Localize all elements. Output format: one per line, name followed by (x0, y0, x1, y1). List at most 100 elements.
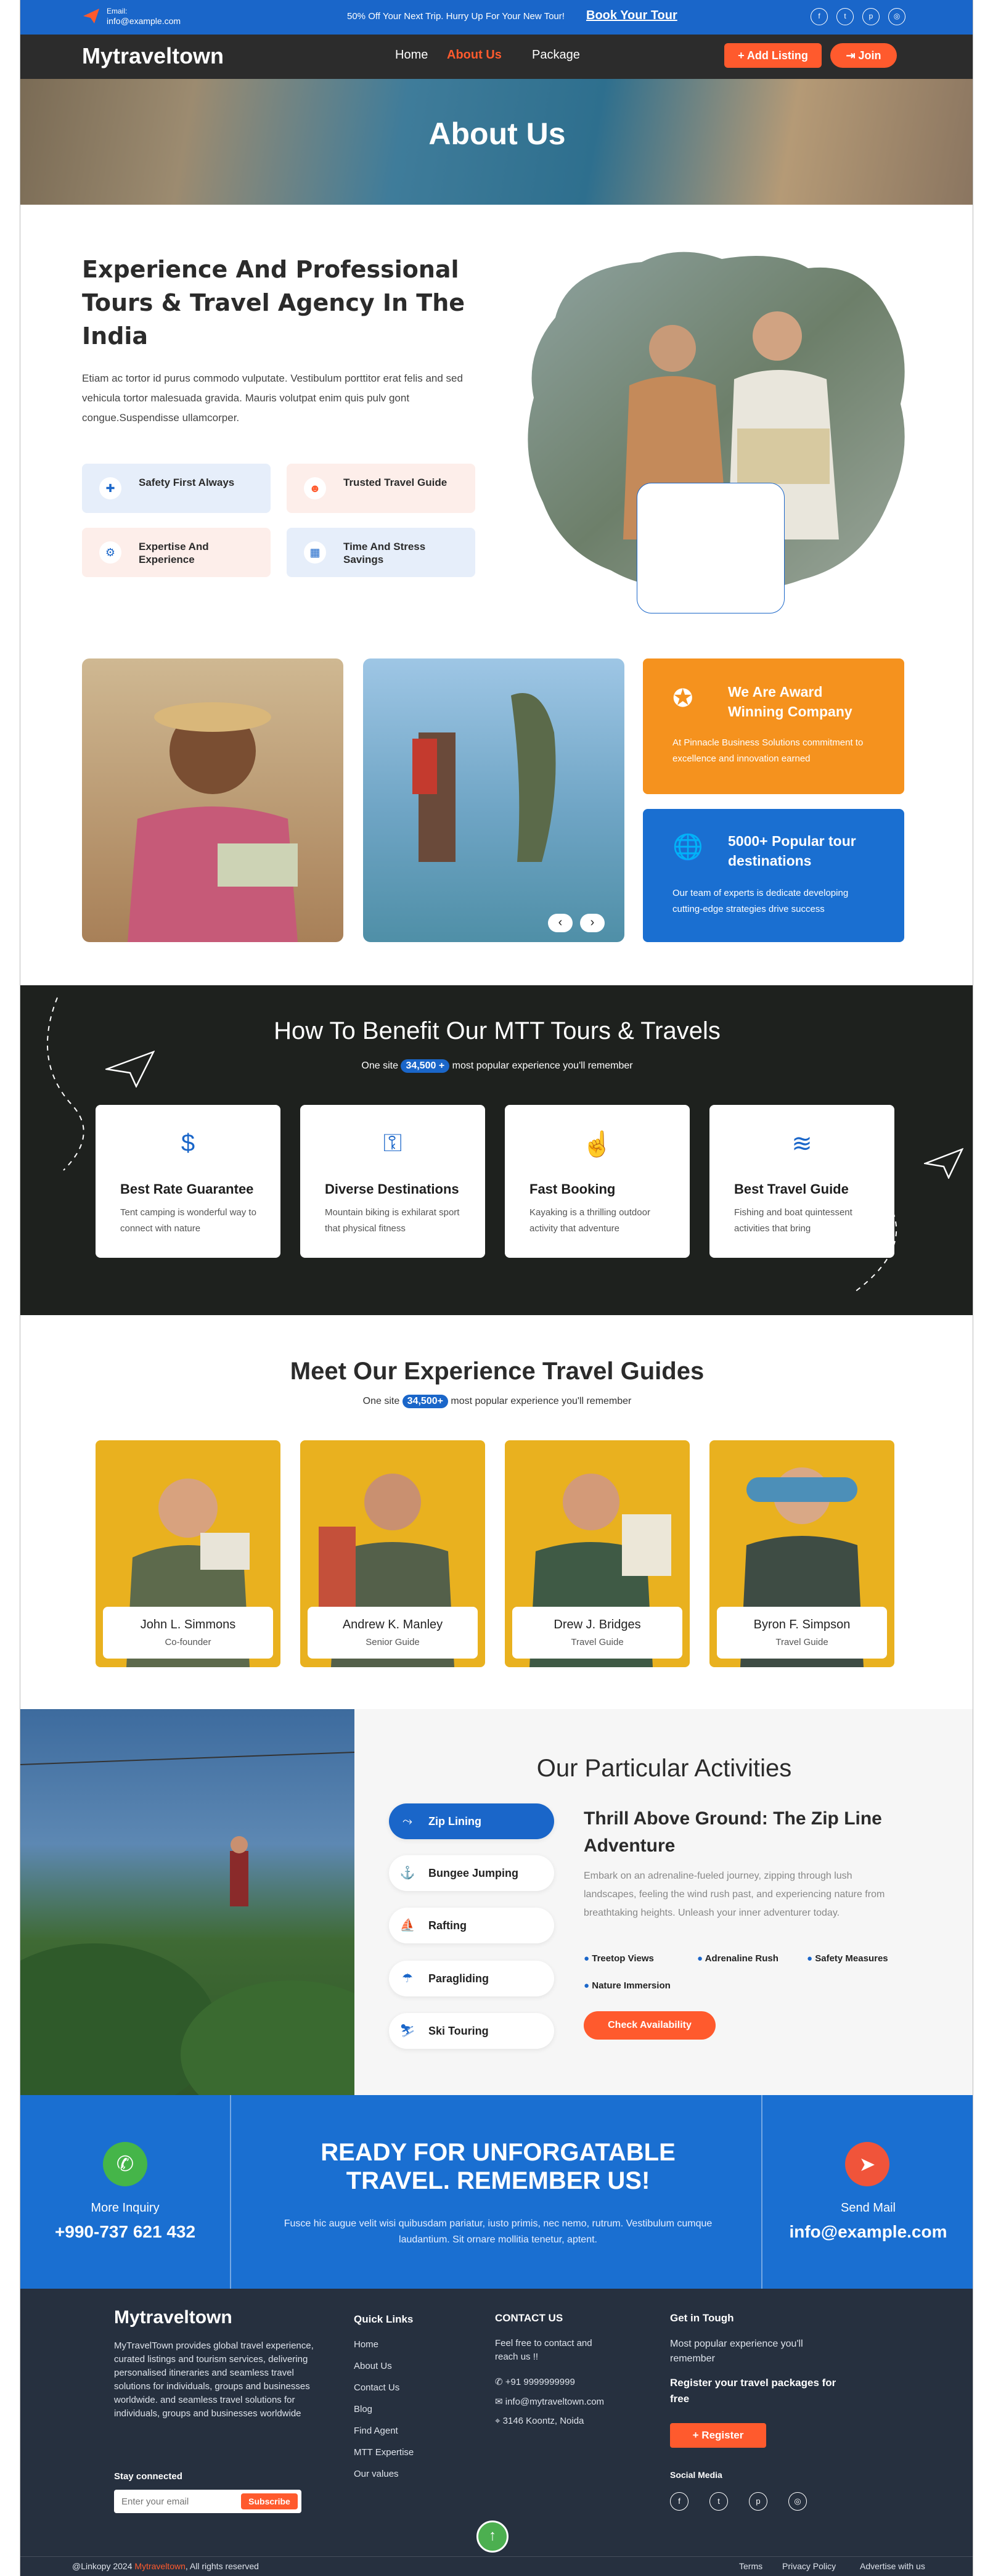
page-title: About Us (428, 117, 566, 151)
quick-link-expertise[interactable]: MTT Expertise (354, 2447, 414, 2458)
check-availability-button[interactable]: Check Availability (584, 2011, 716, 2040)
zipline-icon: ⤳ (403, 1815, 412, 1828)
newsletter-form: Subscribe (114, 2490, 301, 2513)
nav-package[interactable]: Package (532, 48, 580, 62)
tours-card: 🌐 5000+ Popular tour destinations Our te… (643, 809, 904, 942)
email-value[interactable]: info@example.com (107, 16, 181, 26)
phone-icon: ✆ (495, 2377, 505, 2387)
guide-icon: ☻ (304, 477, 326, 499)
cta-title: READY FOR UNFORGATABLE TRAVEL. REMEMBER … (321, 2139, 676, 2194)
count-pill: 34,500 + (401, 1059, 450, 1073)
add-listing-button[interactable]: + Add Listing (724, 43, 822, 68)
copyright-brand[interactable]: Mytraveltown (134, 2561, 185, 2571)
benefits-subtitle: One site 34,500 + most popular experienc… (20, 1059, 973, 1073)
footer-brand[interactable]: Mytraveltown (114, 2307, 232, 2328)
ski-icon: ⛷ (399, 2024, 415, 2038)
feature-label: Time And Stress Savings (343, 541, 426, 565)
activity-detail-title: Thrill Above Ground: The Zip Line Advent… (584, 1808, 882, 1856)
quick-link-about[interactable]: About Us (354, 2361, 392, 2371)
page: Email: info@example.com 50% Off Your Nex… (20, 0, 973, 2576)
sub-post: most popular experience you'll remember (451, 1396, 632, 1406)
nav-about-us[interactable]: About Us (447, 48, 502, 62)
newsletter-email-input[interactable] (121, 2495, 239, 2508)
guide-card[interactable]: John L. Simmons Co-founder (96, 1440, 280, 1667)
facebook-icon[interactable]: f (811, 8, 828, 25)
logo[interactable]: Mytraveltown (82, 43, 224, 69)
touch-register-text: Register your travel packages for free (670, 2377, 836, 2405)
topbar-email: Email: info@example.com (107, 6, 181, 26)
activity-tab-paragliding[interactable]: ☂ Paragliding (389, 1961, 554, 1996)
activity-label: Bungee Jumping (428, 1867, 519, 1879)
scroll-top-icon[interactable]: ↑ (476, 2521, 509, 2553)
benefit-text: Mountain biking is exhilarat sport that … (325, 1207, 460, 1234)
contact-address-text: 3146 Koontz, Noida (502, 2416, 584, 2426)
quick-link-contact[interactable]: Contact Us (354, 2382, 399, 2393)
send-icon (82, 7, 100, 25)
twitter-icon[interactable]: t (709, 2492, 728, 2511)
medical-kit-icon: ✚ (99, 477, 121, 499)
register-button[interactable]: + Register (670, 2423, 766, 2448)
quick-links-title: Quick Links (354, 2313, 414, 2325)
quick-link-blog[interactable]: Blog (354, 2404, 372, 2414)
sub-pre: One site (362, 1396, 400, 1406)
mail-icon: ✉ (495, 2397, 505, 2407)
instagram-icon[interactable]: ◎ (888, 8, 905, 25)
touch-title: Get in Tough (670, 2312, 734, 2324)
inquiry-phone[interactable]: +990-737 621 432 (20, 2222, 230, 2242)
quick-link-values[interactable]: Our values (354, 2469, 399, 2479)
nav-home[interactable]: Home (395, 48, 428, 62)
tours-title: 5000+ Popular tour destinations (728, 833, 856, 869)
send-mail-icon: ➤ (845, 2142, 889, 2186)
guide-card[interactable]: Byron F. Simpson Travel Guide (709, 1440, 894, 1667)
divider (761, 2095, 762, 2289)
carousel-prev-button[interactable]: ‹ (548, 914, 573, 932)
activity-tag: ● Treetop Views (584, 1953, 654, 1964)
tag-label: Nature Immersion (592, 1980, 671, 1991)
promo-text: 50% Off Your Next Trip. Hurry Up For You… (347, 11, 565, 22)
activity-tag: ● Nature Immersion (584, 1980, 671, 1991)
activity-tab-zip-lining[interactable]: ⤳ Zip Lining (389, 1803, 554, 1839)
contact-phone-text: +91 9999999999 (505, 2377, 575, 2387)
guide-name: John L. Simmons (140, 1618, 236, 1631)
feature-label: Expertise And Experience (139, 541, 209, 565)
activity-tab-ski-touring[interactable]: ⛷ Ski Touring (389, 2013, 554, 2049)
contact-text: Feel free to contact and reach us !! (495, 2338, 592, 2362)
zipline-photo (20, 1709, 354, 2095)
instagram-icon[interactable]: ◎ (788, 2492, 807, 2511)
activity-tab-bungee[interactable]: ⚓ Bungee Jumping (389, 1855, 554, 1891)
guide-nameplate: Byron F. Simpson Travel Guide (717, 1607, 887, 1659)
tag-label: Treetop Views (592, 1953, 654, 1964)
terms-link[interactable]: Terms (739, 2561, 762, 2571)
quick-link-home[interactable]: Home (354, 2339, 378, 2350)
award-text: At Pinnacle Business Solutions commitmen… (672, 737, 864, 764)
book-tour-link[interactable]: Book Your Tour (586, 9, 677, 23)
sub-post: most popular experience you'll remember (452, 1060, 633, 1071)
contact-email[interactable]: ✉ info@mytraveltown.com (495, 2396, 604, 2407)
benefit-text: Tent camping is wonderful way to connect… (120, 1207, 256, 1234)
twitter-icon[interactable]: t (836, 8, 854, 25)
facebook-icon[interactable]: f (670, 2492, 689, 2511)
guide-card[interactable]: Drew J. Bridges Travel Guide (505, 1440, 690, 1667)
pinterest-icon[interactable]: p (749, 2492, 767, 2511)
privacy-link[interactable]: Privacy Policy (782, 2561, 836, 2571)
copyright-post: , All rights reserved (185, 2561, 259, 2571)
activity-label: Zip Lining (428, 1815, 481, 1827)
copyright-pre: @Linkopy 2024 (72, 2561, 133, 2571)
advertise-link[interactable]: Advertise with us (860, 2561, 925, 2571)
about-title: Experience And Professional Tours & Trav… (82, 256, 465, 350)
activity-tab-rafting[interactable]: ⛵ Rafting (389, 1908, 554, 1943)
carousel-next-button[interactable]: › (580, 914, 605, 932)
phone-icon: ✆ (103, 2142, 147, 2186)
subscribe-button[interactable]: Subscribe (241, 2493, 298, 2509)
quick-link-agent[interactable]: Find Agent (354, 2426, 398, 2436)
activity-tag: ● Adrenaline Rush (697, 1953, 778, 1964)
benefit-card-rate: $ Best Rate Guarantee Tent camping is wo… (96, 1105, 280, 1258)
mail-address[interactable]: info@example.com (762, 2222, 973, 2242)
pinterest-icon[interactable]: p (862, 8, 880, 25)
sub-pre: One site (361, 1060, 398, 1071)
bungee-icon: ⚓ (399, 1866, 415, 1880)
contact-phone[interactable]: ✆ +91 9999999999 (495, 2376, 575, 2387)
guide-card[interactable]: Andrew K. Manley Senior Guide (300, 1440, 485, 1667)
paper-plane-icon-right (922, 1147, 964, 1179)
join-button[interactable]: ⇥ Join (830, 43, 897, 68)
